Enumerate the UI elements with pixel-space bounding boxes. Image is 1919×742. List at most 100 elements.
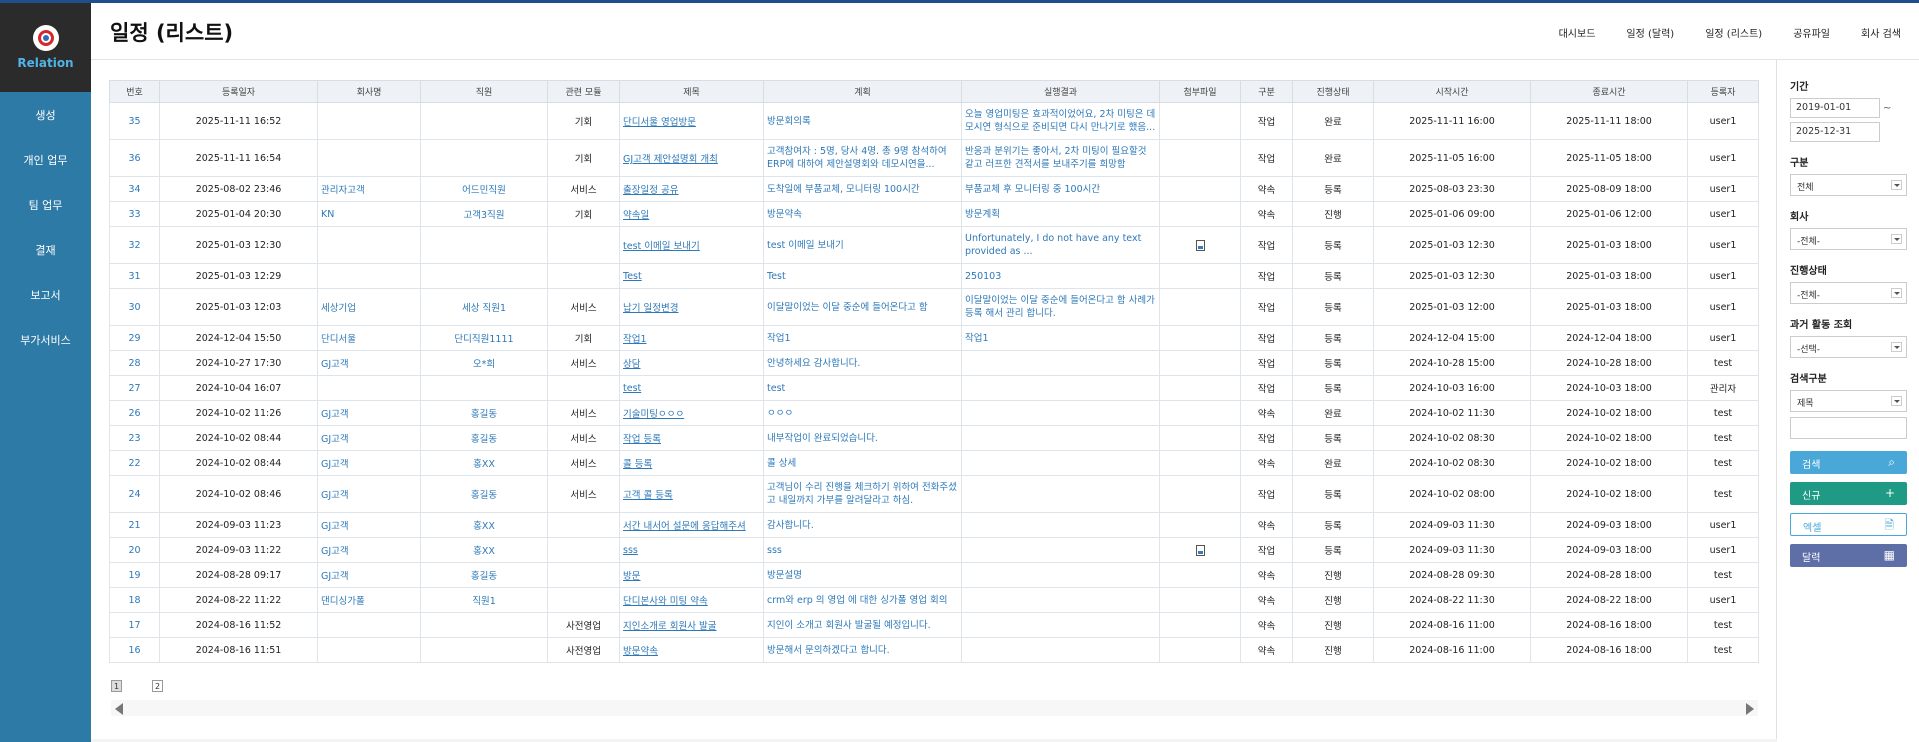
attachment-file-icon[interactable] (1195, 544, 1205, 556)
scroll-left-icon[interactable] (115, 703, 123, 715)
calendar-button[interactable]: 달력 ▦ (1790, 544, 1907, 567)
schedule-title-link[interactable]: test (619, 375, 764, 401)
schedule-title-link[interactable]: 약속일 (619, 201, 764, 227)
schedule-title-link[interactable]: sss (619, 537, 764, 563)
table-row[interactable]: 32 2025-01-03 12:30 test 이메일 보내기 test 이메일 보… (109, 226, 1759, 264)
column-header[interactable]: 제목 (619, 80, 764, 103)
column-header[interactable]: 종료시간 (1530, 80, 1688, 103)
table-row[interactable]: 27 2024-10-04 16:07 test test 작업 등록 2024-10-03… (109, 375, 1759, 401)
table-row[interactable]: 31 2025-01-03 12:29 Test Test 250103 작업 등록 2025… (109, 263, 1759, 289)
schedule-title-link[interactable]: 콜 등록 (619, 450, 764, 476)
table-row[interactable]: 17 2024-08-16 11:52 사전영업 지인소개로 회원사 발굴 지인이 소개… (109, 612, 1759, 638)
table-row[interactable]: 30 2025-01-03 12:03 세상기업 세상 직원1 서비스 납기 일정변경 이달… (109, 288, 1759, 326)
search-button[interactable]: 검색 ⌕ (1790, 451, 1907, 474)
table-row[interactable]: 16 2024-08-16 11:51 사전영업 방문약속 방문해서 문의하겠다고 합니… (109, 637, 1759, 663)
search-input[interactable] (1790, 417, 1907, 439)
column-header[interactable]: 등록일자 (159, 80, 318, 103)
schedule-title-link[interactable]: 서간 내서어 설문에 응답해주셔 (619, 512, 764, 538)
past-activity-select[interactable]: -선택- (1790, 336, 1907, 358)
app-logo[interactable]: Relation (0, 3, 91, 92)
column-header[interactable]: 번호 (109, 80, 160, 103)
schedule-title-link[interactable]: 상담 (619, 350, 764, 376)
row-number[interactable]: 17 (109, 612, 160, 638)
table-row[interactable]: 28 2024-10-27 17:30 GJ고객 오*희 서비스 상담 안녕하세요 감사합니… (109, 350, 1759, 376)
row-number[interactable]: 36 (109, 139, 160, 177)
column-header[interactable]: 회사명 (317, 80, 421, 103)
row-number[interactable]: 26 (109, 400, 160, 426)
row-number[interactable]: 31 (109, 263, 160, 289)
search-type-select[interactable]: 제목 (1790, 390, 1907, 412)
schedule-title-link[interactable]: Test (619, 263, 764, 289)
table-row[interactable]: 33 2025-01-04 20:30 KN 고객3직원 기회 약속일 방문약속 방문계획 약속… (109, 201, 1759, 227)
top-menu-dashboard[interactable]: 대시보드 (1559, 25, 1596, 40)
column-header[interactable]: 구분 (1240, 80, 1293, 103)
column-header[interactable]: 시작시간 (1373, 80, 1531, 103)
row-number[interactable]: 23 (109, 425, 160, 451)
row-number[interactable]: 35 (109, 102, 160, 140)
top-menu-shared-files[interactable]: 공유파일 (1793, 25, 1830, 40)
row-number[interactable]: 27 (109, 375, 160, 401)
column-header[interactable]: 계획 (763, 80, 962, 103)
schedule-title-link[interactable]: 지인소개로 회원사 발굴 (619, 612, 764, 638)
schedule-title-link[interactable]: 납기 일정변경 (619, 288, 764, 326)
row-number[interactable]: 18 (109, 587, 160, 613)
excel-button[interactable]: 엑셀 🗎 (1790, 513, 1907, 536)
sidebar-item-personal-work[interactable]: 개인 업무 (0, 138, 91, 183)
row-number[interactable]: 21 (109, 512, 160, 538)
schedule-title-link[interactable]: 기술미팅ㅇㅇㅇ (619, 400, 764, 426)
table-row[interactable]: 34 2025-08-02 23:46 관리자고객 어드민직원 서비스 출장일정 공유 도착… (109, 176, 1759, 202)
schedule-title-link[interactable]: 단디서울 영업방문 (619, 102, 764, 140)
attachment-file-icon[interactable] (1195, 239, 1205, 251)
table-row[interactable]: 18 2024-08-22 11:22 댄디싱가폴 직원1 단디본사와 미팅 약속 crm… (109, 587, 1759, 613)
page-1-button[interactable]: 1 (111, 680, 122, 692)
table-row[interactable]: 23 2024-10-02 08:44 GJ고객 홍길동 서비스 작업 등록 내부작업이 완… (109, 425, 1759, 451)
top-menu-list[interactable]: 일정 (리스트) (1705, 25, 1762, 40)
schedule-title-link[interactable]: GJ고객 제안설명회 개최 (619, 139, 764, 177)
table-row[interactable]: 36 2025-11-11 16:54 기회 GJ고객 제안설명회 개최 고객참여자 :… (109, 139, 1759, 177)
schedule-title-link[interactable]: 고객 콜 등록 (619, 475, 764, 513)
table-row[interactable]: 24 2024-10-02 08:46 GJ고객 홍길동 서비스 고객 콜 등록 고객님이 … (109, 475, 1759, 513)
company-select[interactable]: -전체- (1790, 228, 1907, 250)
row-number[interactable]: 24 (109, 475, 160, 513)
type-select[interactable]: 전체 (1790, 174, 1907, 196)
schedule-title-link[interactable]: 방문약속 (619, 637, 764, 663)
schedule-title-link[interactable]: test 이메일 보내기 (619, 226, 764, 264)
table-row[interactable]: 35 2025-11-11 16:52 기회 단디서울 영업방문 방문회의록 오늘 영업미… (109, 102, 1759, 140)
schedule-title-link[interactable]: 작업1 (619, 325, 764, 351)
table-row[interactable]: 29 2024-12-04 15:50 단디서울 단디직원1111 기회 작업1 작업1 작업… (109, 325, 1759, 351)
column-header[interactable]: 실행결과 (961, 80, 1160, 103)
row-number[interactable]: 29 (109, 325, 160, 351)
row-number[interactable]: 20 (109, 537, 160, 563)
row-number[interactable]: 19 (109, 562, 160, 588)
scroll-right-icon[interactable] (1746, 703, 1754, 715)
row-number[interactable]: 30 (109, 288, 160, 326)
schedule-title-link[interactable]: 방문 (619, 562, 764, 588)
date-from-input[interactable]: 2019-01-01 (1790, 98, 1880, 118)
column-header[interactable]: 관련 모듈 (547, 80, 620, 103)
new-button[interactable]: 신규 + (1790, 482, 1907, 505)
sidebar-item-approval[interactable]: 결재 (0, 228, 91, 273)
table-row[interactable]: 22 2024-10-02 08:44 GJ고객 홍XX 서비스 콜 등록 콜 상세 약속 완료… (109, 450, 1759, 476)
sidebar-item-team-work[interactable]: 팀 업무 (0, 183, 91, 228)
sidebar-item-extra-service[interactable]: 부가서비스 (0, 318, 91, 363)
column-header[interactable]: 진행상태 (1292, 80, 1374, 103)
top-menu-company-search[interactable]: 회사 검색 (1861, 25, 1901, 40)
schedule-title-link[interactable]: 단디본사와 미팅 약속 (619, 587, 764, 613)
schedule-title-link[interactable]: 출장일정 공유 (619, 176, 764, 202)
top-menu-calendar[interactable]: 일정 (달력) (1626, 25, 1674, 40)
status-select[interactable]: -전체- (1790, 282, 1907, 304)
row-number[interactable]: 22 (109, 450, 160, 476)
table-row[interactable]: 26 2024-10-02 11:26 GJ고객 홍길동 서비스 기술미팅ㅇㅇㅇ ㅇㅇㅇ 약속… (109, 400, 1759, 426)
page-2-button[interactable]: 2 (152, 680, 163, 692)
date-to-input[interactable]: 2025-12-31 (1790, 122, 1880, 142)
table-row[interactable]: 21 2024-09-03 11:23 GJ고객 홍XX 서간 내서어 설문에 응답해주… (109, 512, 1759, 538)
horizontal-scrollbar[interactable] (111, 700, 1758, 716)
column-header[interactable]: 직원 (420, 80, 548, 103)
sidebar-item-create[interactable]: 생성 (0, 93, 91, 138)
column-header[interactable]: 첨부파일 (1159, 80, 1241, 103)
row-number[interactable]: 16 (109, 637, 160, 663)
row-number[interactable]: 28 (109, 350, 160, 376)
table-row[interactable]: 20 2024-09-03 11:22 GJ고객 홍XX sss sss 작업 등록 2024-… (109, 537, 1759, 563)
row-number[interactable]: 32 (109, 226, 160, 264)
schedule-title-link[interactable]: 작업 등록 (619, 425, 764, 451)
